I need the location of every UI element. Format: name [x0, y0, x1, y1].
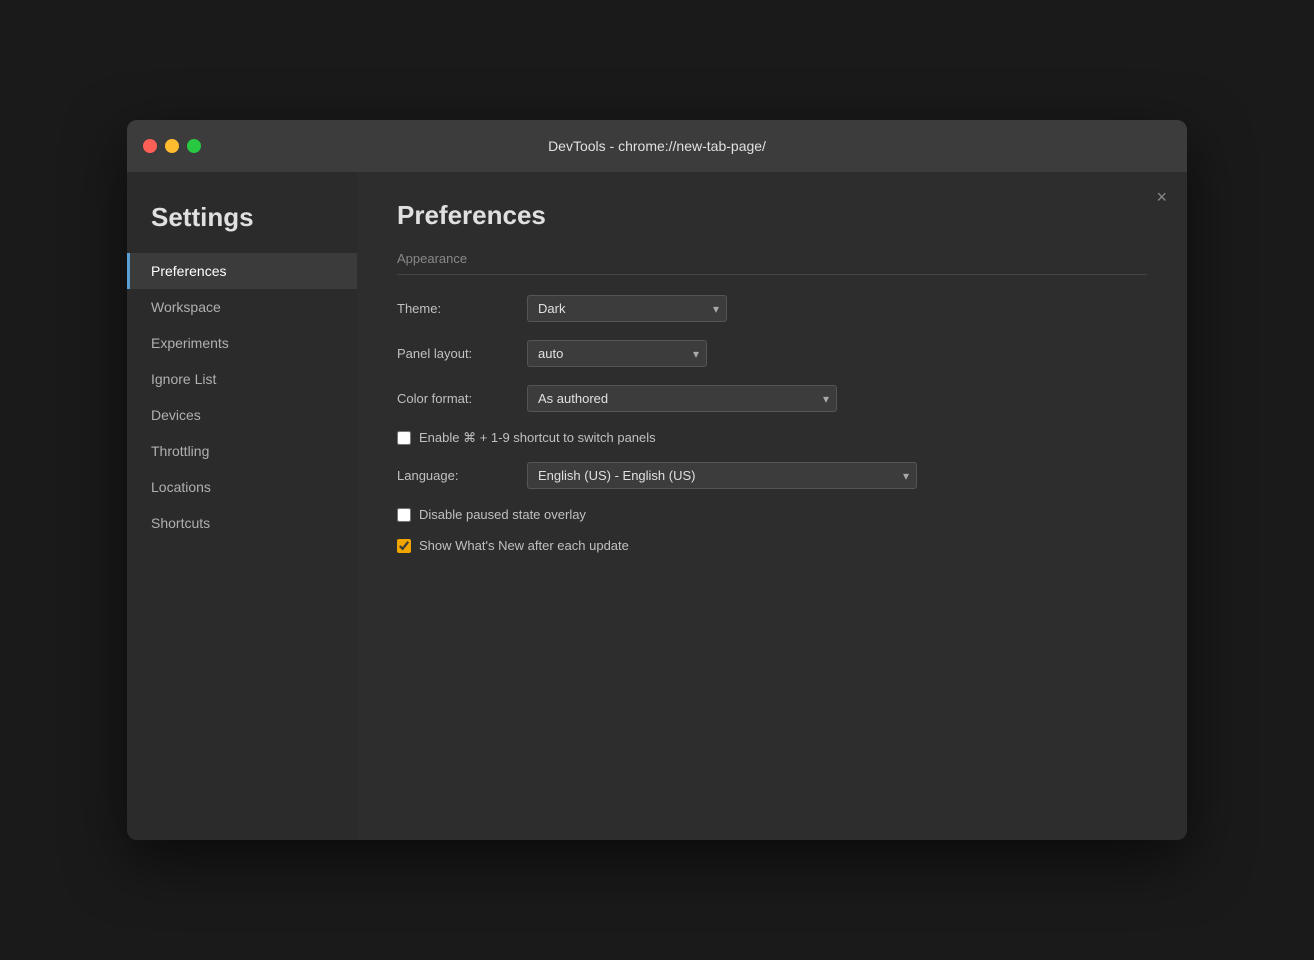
minimize-button[interactable]: [165, 139, 179, 153]
show-whats-new-checkbox[interactable]: [397, 539, 411, 553]
appearance-section-title: Appearance: [397, 251, 1147, 275]
sidebar-item-preferences[interactable]: Preferences: [127, 253, 357, 289]
page-title: Preferences: [397, 200, 1147, 231]
theme-select-wrapper: Dark Light System preference: [527, 295, 727, 322]
panel-layout-select-wrapper: auto horizontal vertical: [527, 340, 707, 367]
content-scroll-area[interactable]: Appearance Theme: Dark Light System pref…: [357, 251, 1187, 840]
color-format-select-wrapper: As authored HEX RGB HSL: [527, 385, 837, 412]
language-select-wrapper: English (US) - English (US) System defau…: [527, 462, 917, 489]
disable-paused-checkbox-row: Disable paused state overlay: [397, 507, 1147, 522]
language-setting-row: Language: English (US) - English (US) Sy…: [397, 462, 1147, 489]
window-body: Settings Preferences Workspace Experimen…: [127, 172, 1187, 840]
sidebar-item-experiments[interactable]: Experiments: [127, 325, 357, 361]
panel-layout-select[interactable]: auto horizontal vertical: [527, 340, 707, 367]
theme-select[interactable]: Dark Light System preference: [527, 295, 727, 322]
disable-paused-label: Disable paused state overlay: [419, 507, 586, 522]
color-format-select[interactable]: As authored HEX RGB HSL: [527, 385, 837, 412]
main-content: × Preferences Appearance Theme: Dark Lig…: [357, 172, 1187, 840]
color-format-setting-row: Color format: As authored HEX RGB HSL: [397, 385, 1147, 412]
disable-paused-checkbox[interactable]: [397, 508, 411, 522]
show-whats-new-label: Show What's New after each update: [419, 538, 629, 553]
theme-label: Theme:: [397, 301, 527, 316]
language-select[interactable]: English (US) - English (US) System defau…: [527, 462, 917, 489]
shortcut-panels-checkbox[interactable]: [397, 431, 411, 445]
show-whats-new-checkbox-row: Show What's New after each update: [397, 538, 1147, 553]
sidebar-heading: Settings: [127, 192, 357, 253]
sidebar-item-devices[interactable]: Devices: [127, 397, 357, 433]
sidebar-item-workspace[interactable]: Workspace: [127, 289, 357, 325]
maximize-button[interactable]: [187, 139, 201, 153]
color-format-label: Color format:: [397, 391, 527, 406]
shortcut-checkbox-row: Enable ⌘ + 1-9 shortcut to switch panels: [397, 430, 1147, 446]
sidebar-item-ignore-list[interactable]: Ignore List: [127, 361, 357, 397]
shortcut-panels-label: Enable ⌘ + 1-9 shortcut to switch panels: [419, 430, 656, 446]
sidebar-item-shortcuts[interactable]: Shortcuts: [127, 505, 357, 541]
content-header: Preferences: [357, 172, 1187, 251]
window-title: DevTools - chrome://new-tab-page/: [548, 138, 766, 154]
devtools-window: DevTools - chrome://new-tab-page/ Settin…: [127, 120, 1187, 840]
panel-layout-setting-row: Panel layout: auto horizontal vertical: [397, 340, 1147, 367]
panel-layout-label: Panel layout:: [397, 346, 527, 361]
window-controls: [143, 139, 201, 153]
appearance-section: Appearance Theme: Dark Light System pref…: [397, 251, 1147, 553]
close-button[interactable]: [143, 139, 157, 153]
theme-setting-row: Theme: Dark Light System preference: [397, 295, 1147, 322]
sidebar-item-locations[interactable]: Locations: [127, 469, 357, 505]
language-label: Language:: [397, 468, 527, 483]
title-bar: DevTools - chrome://new-tab-page/: [127, 120, 1187, 172]
sidebar-item-throttling[interactable]: Throttling: [127, 433, 357, 469]
sidebar: Settings Preferences Workspace Experimen…: [127, 172, 357, 840]
dialog-close-button[interactable]: ×: [1156, 188, 1167, 206]
